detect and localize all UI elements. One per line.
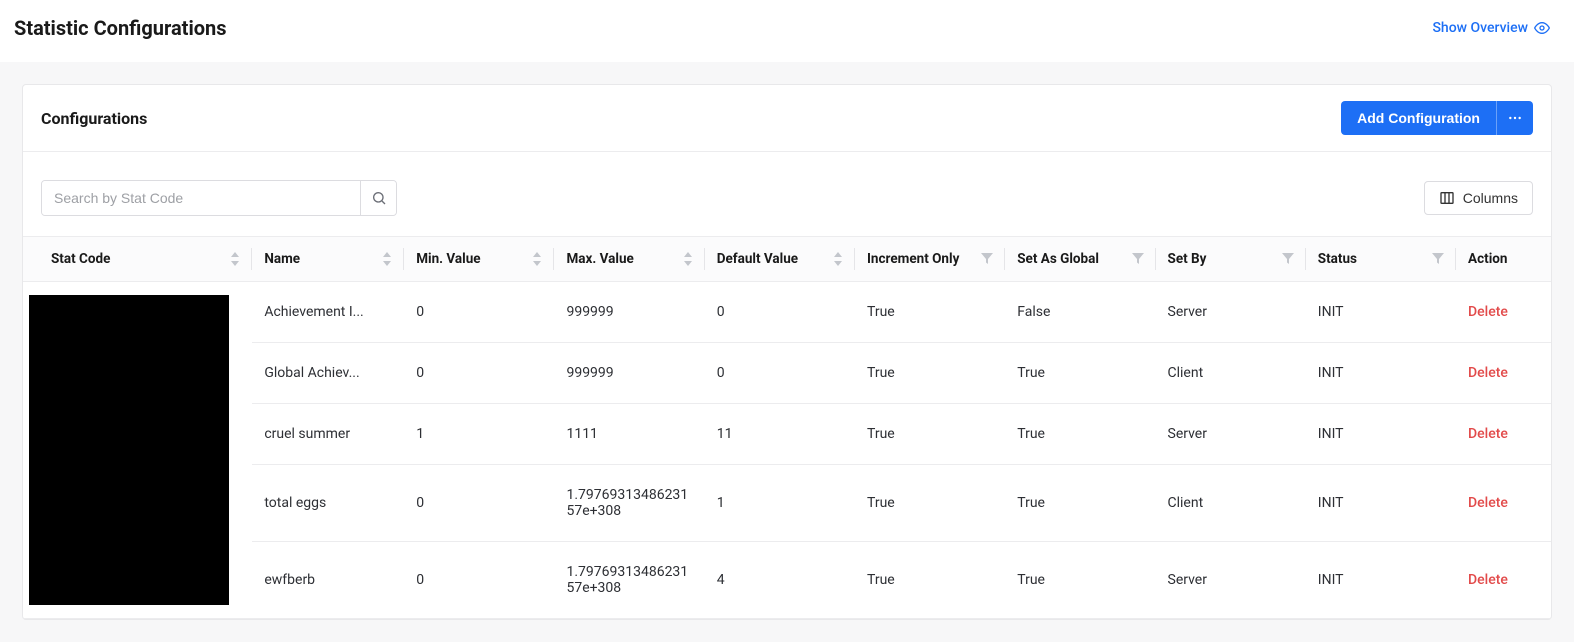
search-icon: [371, 190, 387, 206]
table-row: cruel summer 1 1111 11 True True Server …: [23, 404, 1551, 465]
sort-icon[interactable]: [532, 252, 542, 266]
th-label: Min. Value: [416, 251, 480, 267]
cell-increment-only: True: [855, 404, 1005, 465]
cell-default: 11: [705, 404, 855, 465]
delete-link[interactable]: Delete: [1468, 572, 1508, 588]
cell-set-by: Client: [1156, 343, 1306, 404]
filter-icon[interactable]: [1132, 253, 1144, 265]
show-overview-label: Show Overview: [1432, 20, 1528, 36]
columns-button-label: Columns: [1463, 190, 1518, 206]
sort-icon[interactable]: [382, 252, 392, 266]
cell-max: 999999: [554, 282, 704, 343]
search-input[interactable]: [42, 181, 360, 215]
cell-name: total eggs: [252, 465, 404, 542]
cell-set-as-global: True: [1005, 343, 1155, 404]
delete-link[interactable]: Delete: [1468, 304, 1508, 320]
th-label: Increment Only: [867, 251, 959, 267]
cell-increment-only: True: [855, 343, 1005, 404]
eye-icon: [1534, 20, 1550, 36]
table-row: Global Achiev... 0 999999 0 True True Cl…: [23, 343, 1551, 404]
th-label: Set By: [1168, 251, 1207, 267]
sort-icon[interactable]: [230, 252, 240, 266]
cell-name: ewfberb: [252, 542, 404, 619]
cell-set-as-global: True: [1005, 404, 1155, 465]
cell-max: 999999: [554, 343, 704, 404]
th-set-by[interactable]: Set By: [1156, 237, 1306, 282]
configurations-table: Stat Code Name: [23, 236, 1551, 619]
cell-status: INIT: [1306, 465, 1456, 542]
filter-icon[interactable]: [981, 253, 993, 265]
cell-default: 1: [705, 465, 855, 542]
cell-max: 1.7976931348623157e+308: [554, 465, 704, 542]
filter-icon[interactable]: [1432, 253, 1444, 265]
cell-set-by: Server: [1156, 282, 1306, 343]
th-label: Max. Value: [566, 251, 633, 267]
th-max-value[interactable]: Max. Value: [554, 237, 704, 282]
card-title: Configurations: [41, 109, 147, 128]
delete-link[interactable]: Delete: [1468, 495, 1508, 511]
page-title: Statistic Configurations: [14, 16, 227, 40]
th-set-as-global[interactable]: Set As Global: [1005, 237, 1155, 282]
search-wrap: [41, 180, 397, 216]
th-increment-only[interactable]: Increment Only: [855, 237, 1005, 282]
th-label: Set As Global: [1017, 251, 1099, 267]
sort-icon[interactable]: [833, 252, 843, 266]
configurations-card: Configurations Add Configuration: [22, 84, 1552, 620]
dots-horizontal-icon: [1507, 110, 1523, 126]
filter-icon[interactable]: [1282, 253, 1294, 265]
cell-min: 1: [404, 404, 554, 465]
delete-link[interactable]: Delete: [1468, 365, 1508, 381]
cell-default: 0: [705, 343, 855, 404]
th-name[interactable]: Name: [252, 237, 404, 282]
cell-set-by: Server: [1156, 404, 1306, 465]
table-row: Achievement I... 0 999999 0 True False S…: [23, 282, 1551, 343]
cell-max: 1.7976931348623157e+308: [554, 542, 704, 619]
cell-default: 0: [705, 282, 855, 343]
th-default-value[interactable]: Default Value: [705, 237, 855, 282]
cell-increment-only: True: [855, 465, 1005, 542]
th-min-value[interactable]: Min. Value: [404, 237, 554, 282]
th-label: Default Value: [717, 251, 798, 267]
search-button[interactable]: [360, 181, 396, 215]
redacted-block: [29, 295, 229, 605]
th-label: Stat Code: [51, 251, 110, 267]
columns-icon: [1439, 190, 1455, 206]
cell-default: 4: [705, 542, 855, 619]
add-configuration-button[interactable]: Add Configuration: [1341, 101, 1496, 135]
cell-min: 0: [404, 282, 554, 343]
cell-min: 0: [404, 465, 554, 542]
cell-name: Achievement I...: [252, 282, 404, 343]
cell-status: INIT: [1306, 343, 1456, 404]
cell-set-as-global: False: [1005, 282, 1155, 343]
cell-set-by: Server: [1156, 542, 1306, 619]
cell-set-as-global: True: [1005, 465, 1155, 542]
columns-button[interactable]: Columns: [1424, 181, 1533, 215]
cell-set-as-global: True: [1005, 542, 1155, 619]
more-actions-button[interactable]: [1496, 101, 1533, 135]
cell-increment-only: True: [855, 542, 1005, 619]
cell-min: 0: [404, 343, 554, 404]
cell-min: 0: [404, 542, 554, 619]
table-row: ewfberb 0 1.7976931348623157e+308 4 True…: [23, 542, 1551, 619]
delete-link[interactable]: Delete: [1468, 426, 1508, 442]
stat-code-cell: [23, 282, 252, 619]
th-stat-code[interactable]: Stat Code: [23, 237, 252, 282]
cell-status: INIT: [1306, 542, 1456, 619]
th-status[interactable]: Status: [1306, 237, 1456, 282]
cell-status: INIT: [1306, 282, 1456, 343]
th-action: Action: [1456, 237, 1551, 282]
cell-increment-only: True: [855, 282, 1005, 343]
table-row: total eggs 0 1.7976931348623157e+308 1 T…: [23, 465, 1551, 542]
cell-set-by: Client: [1156, 465, 1306, 542]
cell-max: 1111: [554, 404, 704, 465]
show-overview-link[interactable]: Show Overview: [1432, 20, 1550, 36]
sort-icon[interactable]: [683, 252, 693, 266]
th-label: Name: [264, 251, 300, 267]
cell-name: cruel summer: [252, 404, 404, 465]
cell-status: INIT: [1306, 404, 1456, 465]
th-label: Status: [1318, 251, 1357, 267]
cell-name: Global Achiev...: [252, 343, 404, 404]
th-label: Action: [1468, 251, 1507, 267]
